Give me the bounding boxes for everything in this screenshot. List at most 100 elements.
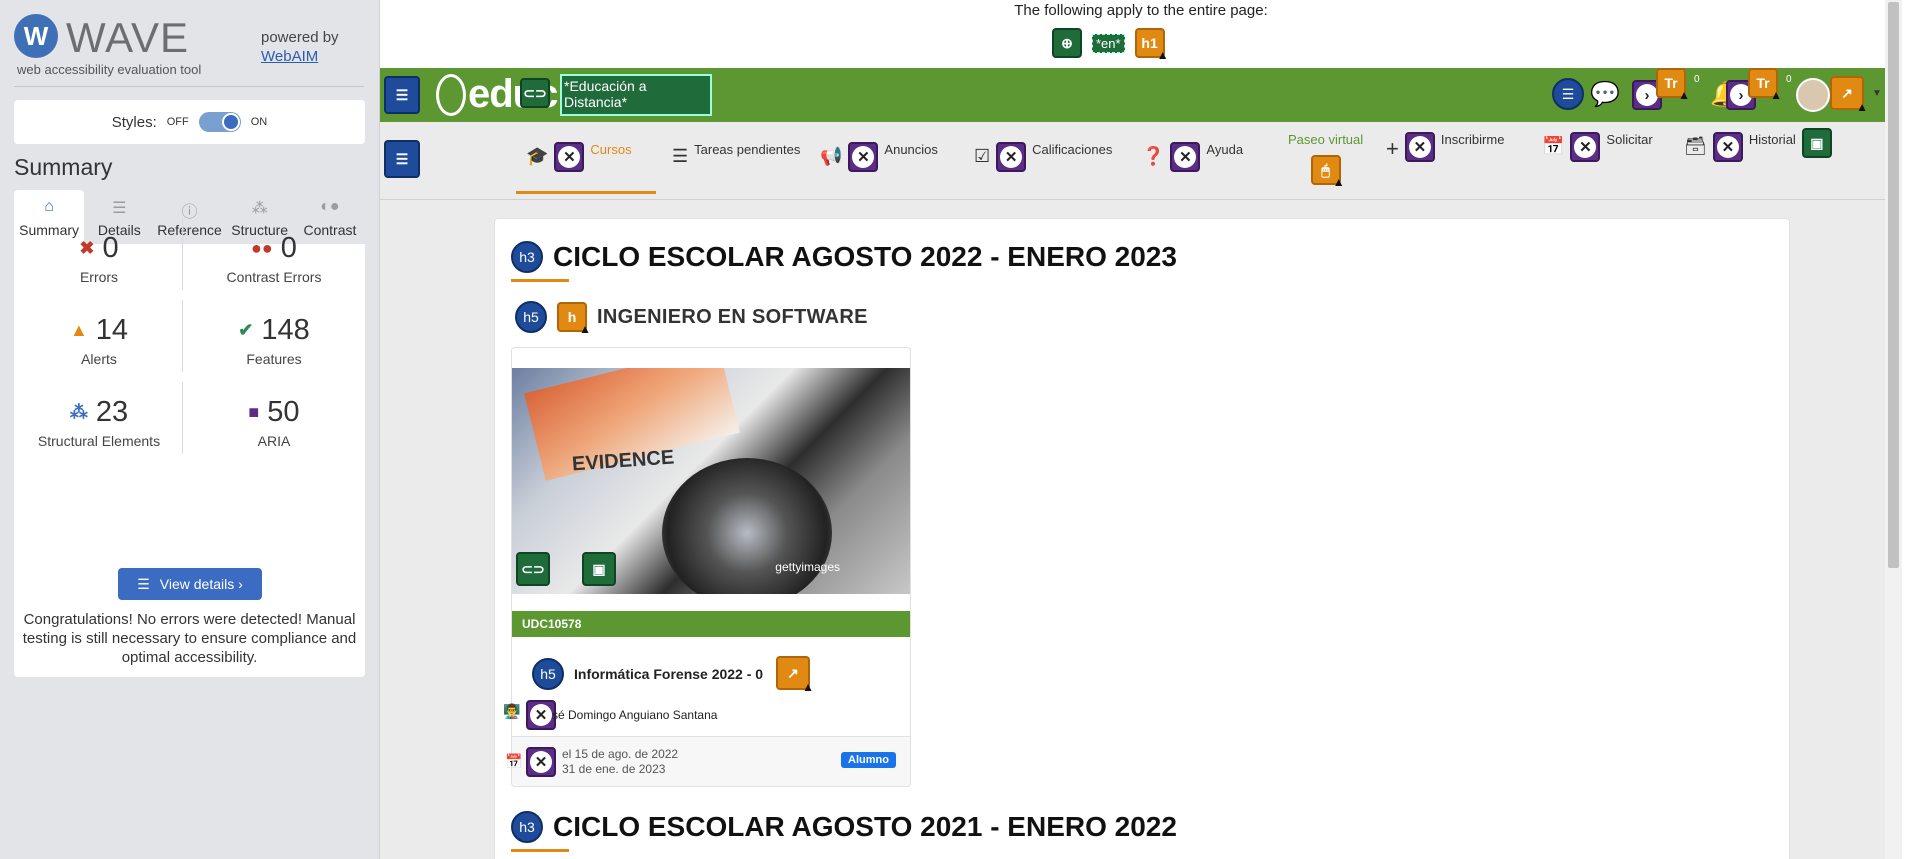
scrollbar[interactable]: [1885, 0, 1902, 859]
warning-icon: ▲: [1156, 48, 1169, 62]
stat-aria[interactable]: ■ 50 ARIA: [189, 396, 359, 449]
wave-sidebar: W WAVE web accessibility evaluation tool…: [0, 0, 380, 859]
h3-badge-icon: h3: [511, 241, 543, 273]
view-details-label: View details ›: [159, 576, 243, 592]
program-title: INGENIERO EN SOFTWARE: [597, 305, 868, 328]
nav-item-ayuda[interactable]: ❓ ✕ Ayuda: [1142, 122, 1243, 194]
stat-alerts[interactable]: ▲ 14 Alerts: [14, 314, 184, 367]
nav-item-inscribirme[interactable]: + ✕ Inscribirme: [1386, 122, 1504, 194]
nav-item-tareas[interactable]: ☰ Tareas pendientes: [672, 122, 800, 194]
link-icon[interactable]: ⊂⊃: [520, 78, 550, 108]
applies-text: The following apply to the entire page:: [1014, 2, 1268, 19]
list-icon[interactable]: ☰: [1552, 78, 1584, 110]
styles-toggle[interactable]: [198, 112, 241, 132]
title-alert-icon[interactable]: Tr ▲: [1748, 68, 1782, 102]
close-icon: ✕: [1174, 146, 1197, 168]
features-count: 148: [261, 314, 310, 346]
language-badge[interactable]: *en*: [1092, 33, 1125, 53]
mouse-icon: 🖱 ▲: [1310, 155, 1345, 189]
chevron-down-icon[interactable]: ▼: [1872, 88, 1882, 99]
structural-label: Structural Elements: [37, 433, 161, 449]
nav-label: Inscribirme: [1440, 132, 1505, 147]
teacher-icon: 👨‍🏫: [503, 703, 521, 719]
title-alert-icon[interactable]: Tr ▲: [1656, 68, 1690, 102]
nav-label: Calificaciones: [1032, 142, 1113, 157]
warning-icon: ▲: [1332, 175, 1345, 189]
close-icon: ✕: [1716, 136, 1739, 158]
info-icon: ⓘ: [181, 204, 198, 221]
nav-item-calificaciones[interactable]: ☑ ✕ Calificaciones: [974, 122, 1112, 194]
nav-item-historial[interactable]: 🗃 ✕ Historial ▣: [1684, 122, 1832, 194]
page-wide-icons: ⊕ *en* h1 ▲: [1052, 28, 1169, 62]
styles-off-label: OFF: [166, 116, 189, 128]
close-icon: ✕: [1574, 136, 1597, 158]
course-card[interactable]: EVIDENCE gettyimages ⊂⊃ ▣ UDC10578 h5 In…: [511, 347, 911, 787]
powered-by: powered by WebAIM: [261, 28, 339, 66]
home-icon: ⌂: [44, 198, 54, 215]
question-icon: ❓: [1142, 146, 1165, 166]
avatar[interactable]: [1796, 78, 1830, 112]
webaim-link[interactable]: WebAIM: [261, 48, 318, 65]
course-title[interactable]: Informática Forense 2022 - 0: [574, 666, 763, 682]
close-icon: ✕: [1408, 136, 1431, 158]
scroll-thumb[interactable]: [1888, 2, 1899, 568]
stat-contrast-errors[interactable]: ●● 0 Contrast Errors: [189, 232, 359, 285]
date-start: el 15 de ago. de 2022: [562, 747, 679, 761]
graduation-cap-icon: 🎓: [526, 146, 549, 166]
nav-item-anuncios[interactable]: 📢 ✕ Anuncios: [820, 122, 938, 194]
cycle-title: CICLO ESCOLAR AGOSTO 2021 - ENERO 2022: [553, 811, 1177, 842]
styles-label: Styles:: [111, 113, 157, 131]
tr-label: Tr: [1756, 75, 1770, 91]
nav-label: Tareas pendientes: [694, 142, 801, 157]
link-alert-icon[interactable]: ↗ ▲: [1830, 76, 1868, 114]
checkbox-icon: ☑: [974, 146, 991, 166]
alerts-label: Alerts: [81, 351, 117, 367]
menu-icon[interactable]: ☰: [384, 140, 420, 178]
styles-toggle-box: Styles: OFF ON: [14, 100, 365, 144]
structural-count: 23: [95, 396, 129, 428]
aria-button-icon: ✕: [1404, 132, 1435, 162]
aria-button-icon: ✕: [1170, 142, 1201, 172]
summary-title: Summary: [14, 154, 113, 180]
contrast-error-icon: ●●: [251, 238, 273, 258]
warning-icon: ▲: [1856, 100, 1868, 114]
program-heading: h5 h ▲ INGENIERO EN SOFTWARE: [515, 301, 868, 336]
course-code: UDC10578: [512, 611, 910, 637]
aria-button-icon: ✕: [526, 747, 556, 777]
nav-item-solicitar[interactable]: 📅 ✕ Solicitar: [1542, 122, 1653, 194]
view-details-button[interactable]: ☰ View details ›: [118, 568, 262, 600]
plus-icon: +: [1386, 136, 1399, 161]
close-icon: ✕: [852, 146, 875, 168]
stat-errors[interactable]: ✖ 0 Errors: [14, 232, 184, 285]
brand-logo-icon: [436, 74, 466, 116]
heading-alert-icon: h ▲: [557, 302, 591, 336]
course-image[interactable]: EVIDENCE gettyimages ⊂⊃ ▣: [512, 368, 910, 594]
list-icon: ☰: [112, 200, 127, 217]
structure-icon: ⁂: [251, 200, 268, 217]
h5-badge-icon: h5: [532, 658, 564, 690]
menu-icon[interactable]: ☰: [384, 76, 420, 114]
close-icon: ✕: [1000, 146, 1023, 168]
link-alert-icon: ↗ ▲: [776, 656, 814, 694]
h1-alert-icon[interactable]: h1 ▲: [1134, 28, 1169, 62]
aria-button-icon: ✕: [554, 142, 585, 172]
nav-item-cursos[interactable]: 🎓 ✕ Cursos: [516, 122, 656, 194]
list-icon: ☰: [137, 575, 150, 592]
stat-structural[interactable]: ⁂ 23 Structural Elements: [14, 396, 184, 449]
nav-label: Historial: [1748, 132, 1796, 147]
aria-button-icon: ✕: [848, 142, 879, 172]
alert-icon: ▲: [69, 320, 88, 340]
site-header: ☰ educ ⊂⊃ *Educación a Distancia* ☰ 💬 › …: [380, 68, 1902, 122]
message-count: 0: [1694, 74, 1700, 85]
wave-logo-text: WAVE: [66, 14, 190, 61]
nav-item-paseo-virtual[interactable]: Paseo virtual 🖱 ▲: [1288, 122, 1363, 194]
stat-features[interactable]: ✔ 148 Features: [189, 314, 359, 367]
wave-tagline: web accessibility evaluation tool: [17, 62, 202, 77]
nav-label: Anuncios: [884, 142, 938, 157]
errors-label: Errors: [79, 269, 119, 285]
features-label: Features: [246, 351, 302, 367]
globe-icon[interactable]: ⊕: [1052, 28, 1082, 58]
nav-label: Cursos: [590, 142, 632, 157]
page-wide-notice: The following apply to the entire page: …: [380, 0, 1902, 68]
chat-icon[interactable]: 💬: [1590, 80, 1620, 109]
